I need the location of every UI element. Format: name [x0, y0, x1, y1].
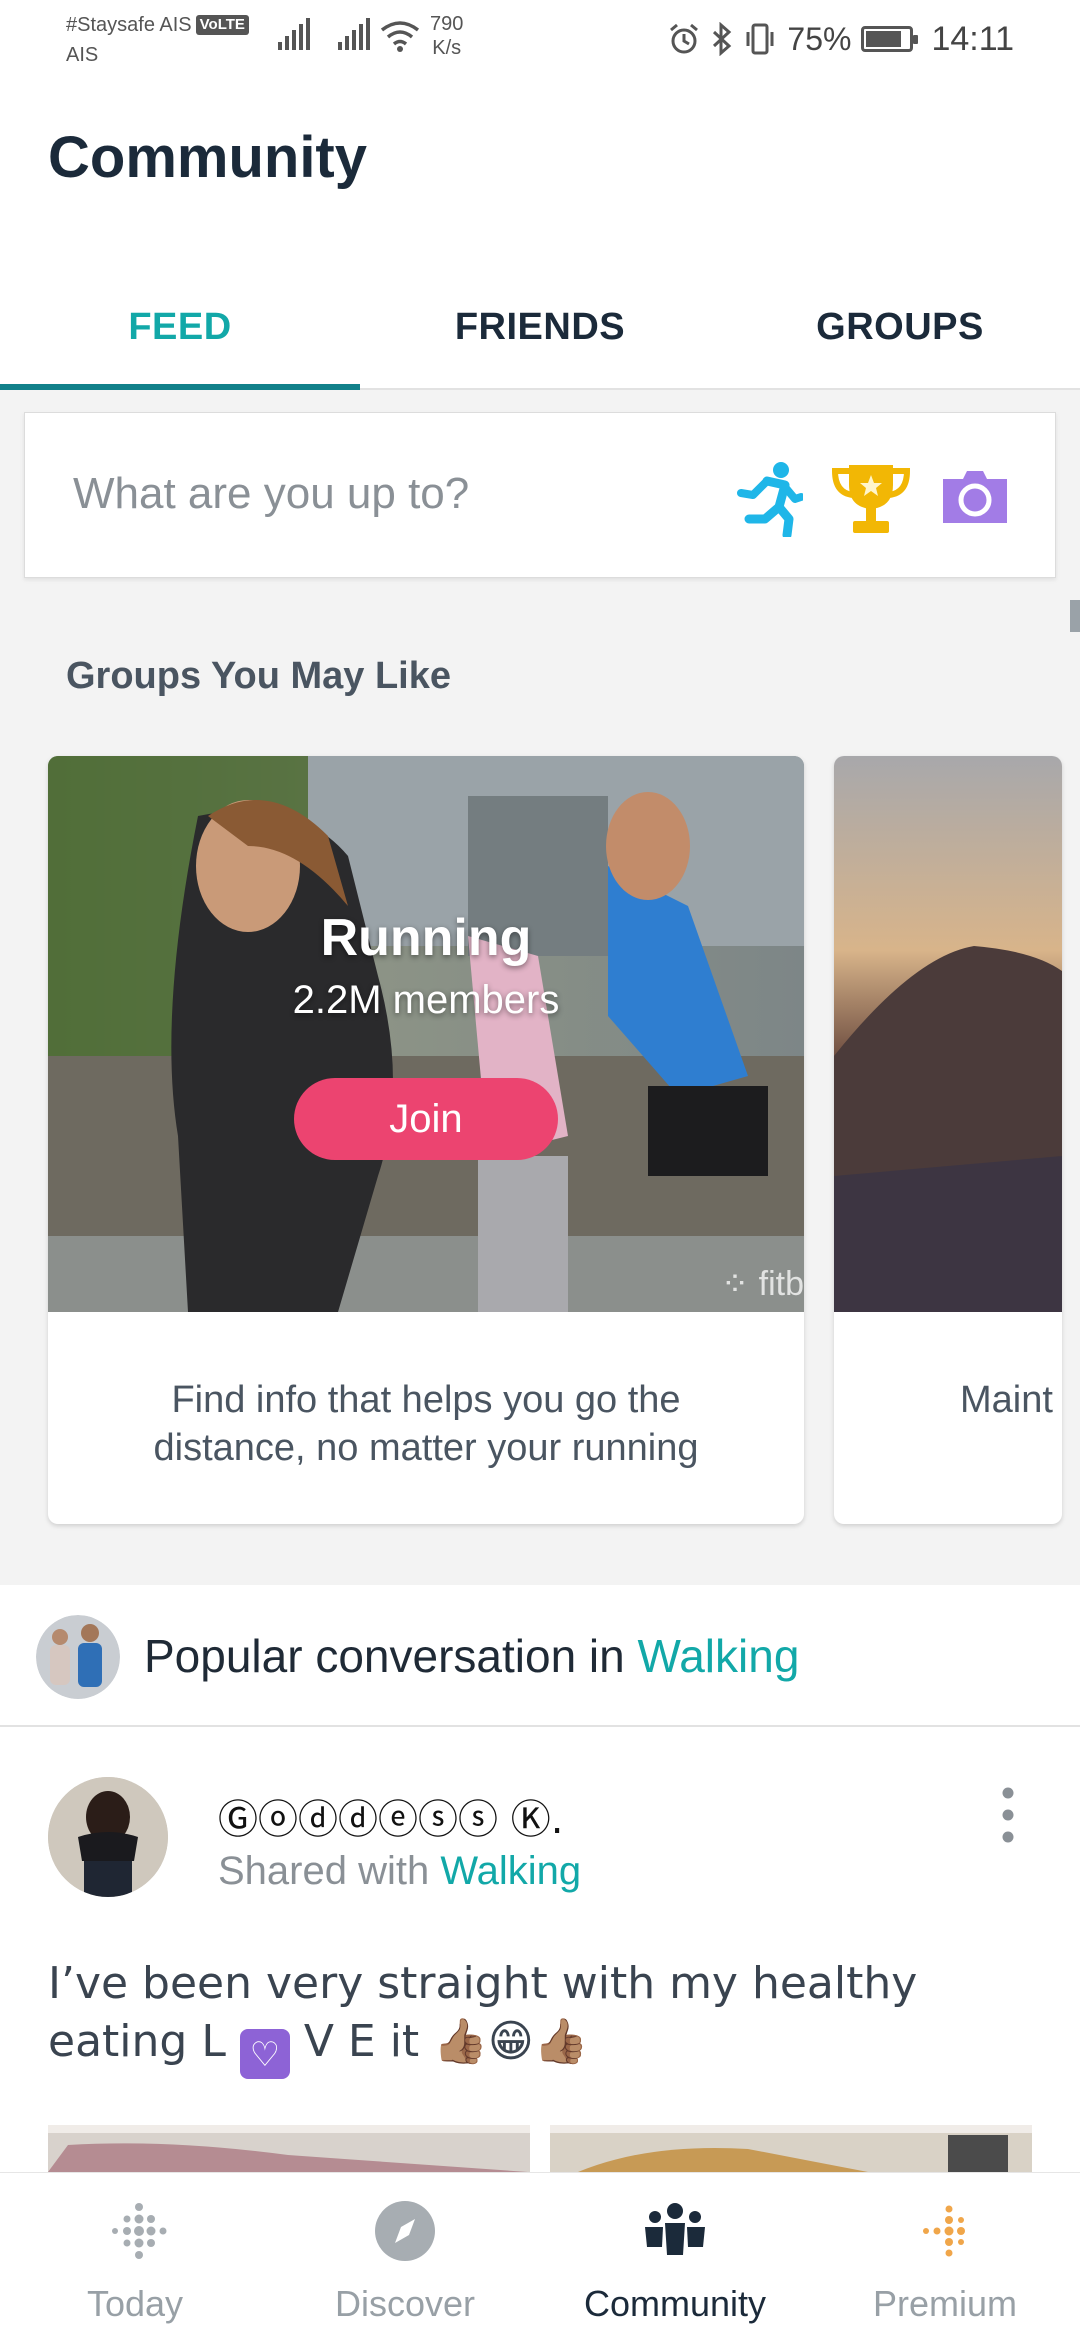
tab-groups[interactable]: GROUPS [720, 265, 1080, 390]
trophy-icon[interactable] [829, 461, 913, 537]
bluetooth-icon [713, 22, 732, 56]
header: Community FEED FRIENDS GROUPS [0, 80, 1080, 390]
group-card-next[interactable]: Maint [834, 756, 1062, 1524]
nav-label-community: Community [583, 2283, 767, 2324]
watermark-dots-icon: ⁘ [720, 1265, 759, 1303]
battery-fill [866, 31, 901, 47]
page-title: Community [48, 125, 367, 190]
compass-icon [375, 2201, 435, 2261]
group-name: Running [320, 909, 532, 967]
battery-icon [861, 26, 919, 52]
active-tab-indicator [0, 384, 360, 390]
camera-icon[interactable] [939, 467, 1011, 527]
network-speed: 790 K/s [430, 12, 463, 60]
nav-label-premium: Premium [872, 2283, 1018, 2324]
group-avatar [36, 1615, 120, 1699]
post-card: Ⓖⓞⓓⓓⓔⓢⓢ Ⓚ. Shared with Walking I’ve been… [0, 1727, 1080, 2172]
signal-icon-2 [338, 18, 370, 50]
volte-badge: VoLTE [195, 15, 249, 35]
wifi-icon [380, 21, 420, 52]
shared-group-link[interactable]: Walking [440, 1849, 581, 1893]
shared-prefix: Shared with [218, 1849, 441, 1893]
watermark-text: fitb [758, 1265, 804, 1303]
group-description: Maint [960, 1379, 1053, 1421]
tab-friends[interactable]: FRIENDS [360, 265, 720, 390]
post-text-end: V E it 👍🏽😁👍🏽 [289, 2016, 589, 2067]
heart-emoji-icon: ♡ [239, 2029, 290, 2079]
status-icons: 75% 14:11 [667, 14, 1014, 64]
composer-placeholder[interactable]: What are you up to? [73, 469, 469, 519]
group-member-count: 2.2M members [292, 978, 560, 1022]
carrier-name-secondary: AIS [66, 44, 99, 66]
group-description: Find info that helps you go the distance… [153, 1379, 699, 1469]
runner-icon[interactable] [737, 461, 803, 537]
speed-value: 790 [430, 13, 464, 35]
nav-today[interactable]: Today [0, 2173, 270, 2340]
fitbit-watermark: ⁘ fitb [721, 1264, 804, 1304]
post-text: I’ve been very straight with my healthy … [48, 1955, 1038, 2079]
carrier-name: #Staysafe AIS [66, 14, 192, 36]
join-button[interactable]: Join [294, 1078, 558, 1160]
post-composer[interactable]: What are you up to? [24, 412, 1056, 578]
alarm-icon [670, 23, 699, 54]
fitbit-dots-icon [112, 2203, 167, 2259]
group-photo-next [834, 756, 1062, 1312]
nav-label-today: Today [86, 2283, 184, 2324]
nav-community[interactable]: Community [540, 2173, 810, 2340]
popular-conversation-header[interactable]: Popular conversation in Walking [0, 1585, 1080, 1727]
scroll-indicator [1070, 600, 1080, 632]
nav-premium[interactable]: Premium [810, 2173, 1080, 2340]
group-card-running[interactable]: Running 2.2M members Join ⁘ fitb Find in… [48, 756, 804, 1524]
tab-bar: FEED FRIENDS GROUPS [0, 265, 1080, 390]
popular-conversation-text: Popular conversation in Walking [144, 1629, 799, 1683]
post-images[interactable] [48, 2125, 1032, 2172]
conversation-prefix: Popular conversation in [144, 1630, 638, 1682]
post-author-name[interactable]: Ⓖⓞⓓⓓⓔⓢⓢ Ⓚ. [218, 1787, 563, 1845]
groups-heading: Groups You May Like [66, 655, 452, 697]
bottom-navigation: Today Discover Community Premium [0, 2172, 1080, 2340]
premium-dots-icon [923, 2205, 965, 2257]
battery-percent: 75% [787, 20, 852, 57]
clock: 14:11 [931, 19, 1014, 58]
group-photo-running [48, 756, 804, 1312]
nav-label-discover: Discover [334, 2283, 476, 2324]
conversation-group-link[interactable]: Walking [638, 1630, 800, 1682]
status-bar: #Staysafe AIS VoLTE AIS 790 K/s 75% 14:1… [0, 0, 1080, 80]
tab-feed[interactable]: FEED [0, 265, 360, 390]
post-shared-with: Shared with Walking [218, 1849, 581, 1894]
signal-icon [278, 18, 310, 50]
carrier-info: #Staysafe AIS VoLTE AIS [66, 10, 249, 70]
community-icon [645, 2203, 705, 2255]
author-avatar[interactable] [48, 1777, 168, 1897]
nav-discover[interactable]: Discover [270, 2173, 540, 2340]
vibrate-icon [746, 23, 774, 55]
speed-unit: K/s [432, 37, 462, 59]
more-options-icon[interactable] [988, 1785, 1028, 1845]
